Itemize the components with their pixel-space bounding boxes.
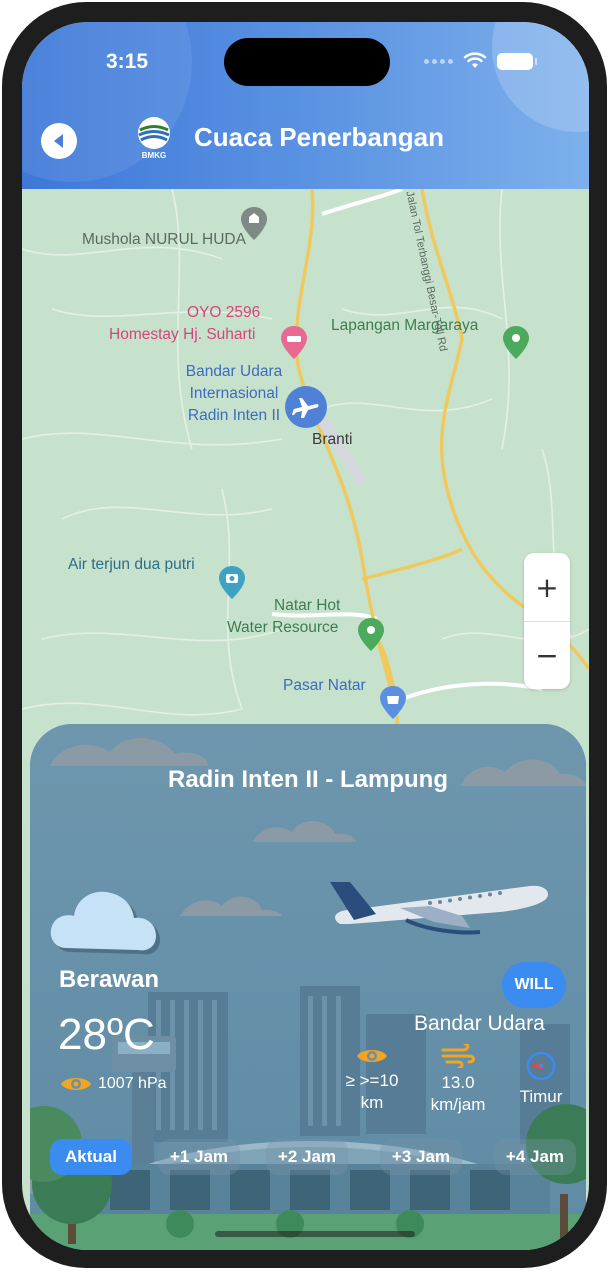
visibility-unit: km (360, 1093, 384, 1112)
wind-direction-value: Timur (519, 1087, 563, 1106)
poi-airport-label-2[interactable]: Internasional (179, 383, 289, 405)
zoom-in-button[interactable]: + (524, 553, 570, 621)
page-title: Cuaca Penerbangan (194, 122, 444, 152)
back-arrow-icon (54, 134, 63, 148)
weather-card: Radin Inten II - Lampung Berawan 28ºC 10… (30, 724, 586, 1250)
zoom-control: + − (524, 553, 570, 689)
poi-airport-label-3[interactable]: Radin Inten II (179, 405, 289, 427)
home-indicator[interactable] (215, 1231, 415, 1237)
poi-pasar-label[interactable]: Pasar Natar (283, 675, 366, 697)
back-button[interactable] (41, 123, 77, 159)
status-time: 3:15 (106, 50, 149, 73)
visibility-value: ≥ >=10 (345, 1071, 399, 1090)
screen: Mushola NURUL HUDA OYO 2596 Homestay Hj.… (22, 22, 589, 1250)
wind-speed-unit: km/jam (430, 1095, 486, 1114)
wind-direction-metric: Timur (506, 1050, 576, 1108)
temperature: 28ºC (58, 1010, 155, 1059)
pressure-value: 1007 hPa (98, 1075, 167, 1092)
poi-air-terjun-label[interactable]: Air terjun dua putri (68, 554, 195, 576)
waterfall-pin-icon[interactable] (218, 565, 246, 601)
dynamic-island (224, 38, 390, 86)
poi-natar-label-2[interactable]: Water Resource (227, 617, 338, 639)
hotel-pin-icon[interactable] (280, 325, 308, 361)
app-header: 3:15 BMKG Cuaca Penerbangan (22, 22, 589, 189)
icao-badge[interactable]: WILL (502, 962, 566, 1008)
tab-plus-2-jam[interactable]: +2 Jam (266, 1139, 348, 1175)
place-branti-label: Branti (312, 431, 353, 448)
bmkg-logo-text: BMKG (141, 151, 167, 160)
battery-icon (497, 52, 537, 70)
wind-speed-value: 13.0 (441, 1073, 475, 1092)
tab-plus-4-jam[interactable]: +4 Jam (494, 1139, 576, 1175)
pressure-row: 1007 hPa (60, 1074, 167, 1094)
visibility-metric: ≥ >=10 km (332, 1046, 412, 1114)
tab-plus-1-jam[interactable]: +1 Jam (158, 1139, 240, 1175)
compass-icon (526, 1051, 556, 1081)
location-title: Radin Inten II - Lampung (168, 766, 448, 793)
header-decoration (492, 22, 589, 132)
hotspring-pin-icon[interactable] (357, 617, 385, 653)
eye-icon (61, 1078, 91, 1090)
visibility-eye-icon (357, 1050, 387, 1062)
phone-frame: Mushola NURUL HUDA OYO 2596 Homestay Hj.… (2, 2, 607, 1268)
map-view[interactable]: Mushola NURUL HUDA OYO 2596 Homestay Hj.… (22, 187, 589, 790)
status-icons (424, 52, 537, 70)
station-name: Bandar Udara (414, 1012, 545, 1035)
poi-natar-label-1[interactable]: Natar Hot (274, 595, 340, 617)
tab-plus-3-jam[interactable]: +3 Jam (380, 1139, 462, 1175)
poi-lapangan-label[interactable]: Lapangan Margaraya (331, 315, 478, 337)
airport-marker-icon[interactable] (284, 385, 328, 429)
wind-icon (441, 1044, 475, 1068)
park-pin-icon[interactable] (502, 325, 530, 361)
poi-airport-label-1[interactable]: Bandar Udara (179, 361, 289, 383)
zoom-out-button[interactable]: − (524, 621, 570, 689)
poi-oyo-label-2[interactable]: Homestay Hj. Suharti (109, 324, 255, 346)
tab-aktual[interactable]: Aktual (50, 1139, 132, 1175)
poi-mushola-label[interactable]: Mushola NURUL HUDA (82, 229, 246, 251)
bmkg-logo-mark (138, 117, 170, 149)
forecast-tabs: Aktual +1 Jam +2 Jam +3 Jam +4 Jam (50, 1139, 580, 1175)
map-roads (22, 187, 589, 790)
weather-condition: Berawan (59, 966, 160, 993)
wifi-icon (463, 52, 487, 68)
cellular-signal-icon (424, 58, 453, 64)
market-pin-icon[interactable] (379, 685, 407, 721)
bmkg-logo: BMKG (134, 116, 174, 164)
poi-oyo-label-1[interactable]: OYO 2596 (187, 302, 260, 324)
wind-speed-metric: 13.0 km/jam (420, 1044, 496, 1116)
